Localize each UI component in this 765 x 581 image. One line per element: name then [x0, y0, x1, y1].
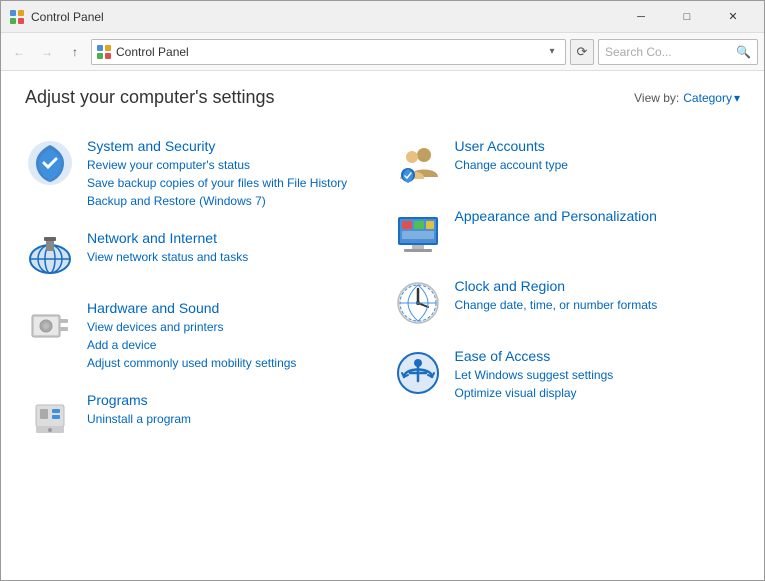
left-column: System and Security Review your computer…	[25, 128, 373, 452]
ease-of-access-link-1[interactable]: Optimize visual display	[455, 384, 741, 402]
ease-of-access-title[interactable]: Ease of Access	[455, 348, 741, 364]
category-user-accounts: User Accounts Change account type	[393, 128, 741, 198]
network-internet-link-0[interactable]: View network status and tasks	[87, 248, 373, 266]
hardware-sound-link-0[interactable]: View devices and printers	[87, 318, 373, 336]
view-by-control: View by: Category ▾	[634, 91, 740, 105]
ease-of-access-link-0[interactable]: Let Windows suggest settings	[455, 366, 741, 384]
view-by-dropdown[interactable]: Category ▾	[683, 91, 740, 105]
address-bar: ← → ↑ Control Panel ▾ ⟳ Search Co... 🔍	[1, 33, 764, 71]
hardware-sound-icon	[25, 300, 75, 350]
hardware-sound-link-2[interactable]: Adjust commonly used mobility settings	[87, 354, 373, 372]
maximize-button[interactable]: □	[664, 1, 710, 33]
system-security-link-1[interactable]: Save backup copies of your files with Fi…	[87, 174, 373, 192]
user-accounts-link-0[interactable]: Change account type	[455, 156, 741, 174]
category-network-internet: Network and Internet View network status…	[25, 220, 373, 290]
system-security-icon	[25, 138, 75, 188]
clock-region-content: Clock and Region Change date, time, or n…	[455, 278, 741, 314]
clock-region-title[interactable]: Clock and Region	[455, 278, 741, 294]
search-icon[interactable]: 🔍	[736, 45, 751, 59]
title-bar-controls: ─ □ ✕	[618, 1, 756, 33]
address-bar-input[interactable]: Control Panel ▾	[91, 39, 566, 65]
system-security-title[interactable]: System and Security	[87, 138, 373, 154]
main-content: Adjust your computer's settings View by:…	[1, 71, 764, 580]
hardware-sound-content: Hardware and Sound View devices and prin…	[87, 300, 373, 372]
user-accounts-icon	[393, 138, 443, 188]
programs-icon	[25, 392, 75, 442]
page-header: Adjust your computer's settings View by:…	[25, 87, 740, 108]
network-internet-title[interactable]: Network and Internet	[87, 230, 373, 246]
system-security-content: System and Security Review your computer…	[87, 138, 373, 210]
refresh-button[interactable]: ⟳	[570, 39, 594, 65]
appearance-icon	[393, 208, 443, 258]
view-by-label: View by:	[634, 91, 679, 105]
system-security-link-0[interactable]: Review your computer's status	[87, 156, 373, 174]
page-title: Adjust your computer's settings	[25, 87, 275, 108]
clock-region-link-0[interactable]: Change date, time, or number formats	[455, 296, 741, 314]
title-bar-text: Control Panel	[31, 10, 618, 24]
user-accounts-title[interactable]: User Accounts	[455, 138, 741, 154]
hardware-sound-title[interactable]: Hardware and Sound	[87, 300, 373, 316]
ease-of-access-icon	[393, 348, 443, 398]
system-security-link-2[interactable]: Backup and Restore (Windows 7)	[87, 192, 373, 210]
programs-content: Programs Uninstall a program	[87, 392, 373, 428]
clock-region-icon	[393, 278, 443, 328]
category-clock-region: Clock and Region Change date, time, or n…	[393, 268, 741, 338]
appearance-content: Appearance and Personalization	[455, 208, 741, 226]
category-ease-of-access: Ease of Access Let Windows suggest setti…	[393, 338, 741, 412]
category-hardware-sound: Hardware and Sound View devices and prin…	[25, 290, 373, 382]
programs-link-0[interactable]: Uninstall a program	[87, 410, 373, 428]
chevron-down-icon: ▾	[734, 91, 740, 105]
app-icon	[9, 9, 25, 25]
ease-of-access-content: Ease of Access Let Windows suggest setti…	[455, 348, 741, 402]
search-box[interactable]: Search Co... 🔍	[598, 39, 758, 65]
categories-grid: System and Security Review your computer…	[25, 128, 740, 452]
category-system-security: System and Security Review your computer…	[25, 128, 373, 220]
user-accounts-content: User Accounts Change account type	[455, 138, 741, 174]
network-internet-content: Network and Internet View network status…	[87, 230, 373, 266]
minimize-button[interactable]: ─	[618, 1, 664, 33]
category-programs: Programs Uninstall a program	[25, 382, 373, 452]
address-text: Control Panel	[116, 45, 543, 59]
hardware-sound-link-1[interactable]: Add a device	[87, 336, 373, 354]
up-button[interactable]: ↑	[63, 40, 87, 64]
address-dropdown-icon[interactable]: ▾	[543, 40, 561, 64]
close-button[interactable]: ✕	[710, 1, 756, 33]
appearance-title[interactable]: Appearance and Personalization	[455, 208, 741, 224]
network-internet-icon	[25, 230, 75, 280]
search-placeholder: Search Co...	[605, 45, 736, 59]
forward-button[interactable]: →	[35, 40, 59, 64]
right-column: User Accounts Change account type	[393, 128, 741, 452]
back-button[interactable]: ←	[7, 40, 31, 64]
address-bar-icon	[96, 44, 112, 60]
title-bar: Control Panel ─ □ ✕	[1, 1, 764, 33]
category-appearance: Appearance and Personalization	[393, 198, 741, 268]
programs-title[interactable]: Programs	[87, 392, 373, 408]
